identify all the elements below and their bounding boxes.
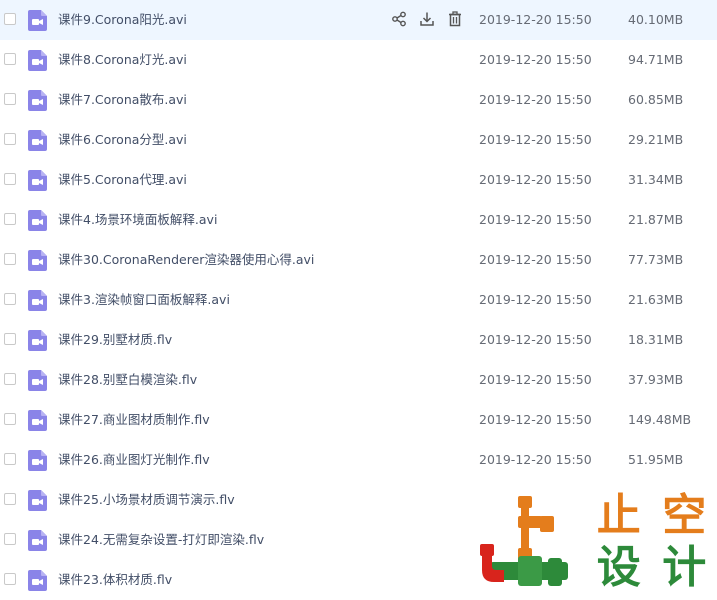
file-modified-date: 2019-12-20 15:50 [479,212,592,227]
video-file-icon [28,170,47,191]
file-size: 51.95MB [628,452,684,467]
video-file-icon [28,570,47,591]
logo-char-4: 计 [662,542,707,593]
video-file-icon [28,250,47,271]
video-file-icon [28,50,47,71]
file-modified-date: 2019-12-20 15:50 [479,372,592,387]
video-file-icon [28,410,47,431]
row-checkbox[interactable] [4,413,16,425]
file-modified-date: 2019-12-20 15:50 [479,172,592,187]
row-checkbox[interactable] [4,253,16,265]
file-name[interactable]: 课件27.商业图材质制作.flv [58,400,210,440]
file-row[interactable]: 课件3.渲染帧窗口面板解释.avi 2019-12-20 15:50 21.63MB [0,280,717,320]
file-modified-date: 2019-12-20 15:50 [479,92,592,107]
share-icon[interactable] [391,11,407,27]
file-name[interactable]: 课件26.商业图灯光制作.flv [58,440,210,480]
video-file-icon [28,290,47,311]
file-name[interactable]: 课件24.无需复杂设置-打灯即渲染.flv [58,520,264,560]
file-name[interactable]: 课件6.Corona分型.avi [58,120,187,160]
row-checkbox[interactable] [4,133,16,145]
file-name[interactable]: 课件25.小场景材质调节演示.flv [58,480,235,520]
row-checkbox[interactable] [4,293,16,305]
file-size: 94.71MB [628,52,684,67]
row-checkbox[interactable] [4,53,16,65]
file-size: 60.85MB [628,92,684,107]
download-icon[interactable] [419,11,435,27]
file-modified-date: 2019-12-20 15:50 [479,252,592,267]
file-modified-date: 2019-12-20 15:50 [479,332,592,347]
row-actions [391,11,463,29]
row-checkbox[interactable] [4,573,16,585]
file-size: 21.63MB [628,292,684,307]
video-file-icon [28,330,47,351]
row-checkbox[interactable] [4,333,16,345]
file-size: 31.34MB [628,172,684,187]
row-checkbox[interactable] [4,533,16,545]
row-checkbox[interactable] [4,453,16,465]
file-modified-date: 2019-12-20 15:50 [479,52,592,67]
file-row[interactable]: 课件7.Corona散布.avi 2019-12-20 15:50 60.85MB [0,80,717,120]
file-name[interactable]: 课件5.Corona代理.avi [58,160,187,200]
row-checkbox[interactable] [4,373,16,385]
file-modified-date: 2019-12-20 15:50 [479,452,592,467]
video-file-icon [28,370,47,391]
file-size: 77.73MB [628,252,684,267]
file-name[interactable]: 课件30.CoronaRenderer渲染器使用心得.avi [58,240,314,280]
row-checkbox[interactable] [4,13,16,25]
video-file-icon [28,210,47,231]
video-file-icon [28,450,47,471]
file-modified-date: 2019-12-20 15:50 [479,412,592,427]
row-checkbox[interactable] [4,93,16,105]
row-checkbox[interactable] [4,493,16,505]
file-name[interactable]: 课件28.别墅白模渲染.flv [58,360,197,400]
file-name[interactable]: 课件3.渲染帧窗口面板解释.avi [58,280,230,320]
file-size: 21.87MB [628,212,684,227]
file-name[interactable]: 课件8.Corona灯光.avi [58,40,187,80]
video-file-icon [28,530,47,551]
pipe-logo-icon [480,496,568,586]
file-size: 29.21MB [628,132,684,147]
file-row[interactable]: 课件27.商业图材质制作.flv 2019-12-20 15:50 149.48MB [0,400,717,440]
logo-char-3: 设 [596,542,641,593]
watermark-logo: 止 空 设 计 [478,490,717,594]
file-row[interactable]: 课件30.CoronaRenderer渲染器使用心得.avi 2019-12-20… [0,240,717,280]
video-file-icon [28,490,47,511]
logo-text: 止 空 设 计 [586,490,717,594]
file-name[interactable]: 课件9.Corona阳光.avi [58,0,187,40]
file-modified-date: 2019-12-20 15:50 [479,292,592,307]
file-size: 37.93MB [628,372,684,387]
file-name[interactable]: 课件23.体积材质.flv [58,560,172,600]
file-row[interactable]: 课件28.别墅白模渲染.flv 2019-12-20 15:50 37.93MB [0,360,717,400]
video-file-icon [28,90,47,111]
file-name[interactable]: 课件4.场景环境面板解释.avi [58,200,217,240]
row-checkbox[interactable] [4,213,16,225]
file-size: 149.48MB [628,412,692,427]
file-row[interactable]: 课件5.Corona代理.avi 2019-12-20 15:50 31.34MB [0,160,717,200]
video-file-icon [28,130,47,151]
row-checkbox[interactable] [4,173,16,185]
file-modified-date: 2019-12-20 15:50 [479,132,592,147]
trash-icon[interactable] [447,11,463,27]
video-file-icon [28,10,47,31]
file-row[interactable]: 课件4.场景环境面板解释.avi 2019-12-20 15:50 21.87MB [0,200,717,240]
file-name[interactable]: 课件7.Corona散布.avi [58,80,187,120]
file-name[interactable]: 课件29.别墅材质.flv [58,320,172,360]
logo-char-1: 止 [596,490,641,541]
file-row[interactable]: 课件9.Corona阳光.avi 2019-12-20 15:50 40.10MB [0,0,717,40]
file-size: 18.31MB [628,332,684,347]
logo-char-2: 空 [662,490,707,541]
file-size: 40.10MB [628,12,684,27]
file-row[interactable]: 课件29.别墅材质.flv 2019-12-20 15:50 18.31MB [0,320,717,360]
file-row[interactable]: 课件26.商业图灯光制作.flv 2019-12-20 15:50 51.95MB [0,440,717,480]
file-row[interactable]: 课件8.Corona灯光.avi 2019-12-20 15:50 94.71MB [0,40,717,80]
file-modified-date: 2019-12-20 15:50 [479,12,592,27]
file-row[interactable]: 课件6.Corona分型.avi 2019-12-20 15:50 29.21MB [0,120,717,160]
